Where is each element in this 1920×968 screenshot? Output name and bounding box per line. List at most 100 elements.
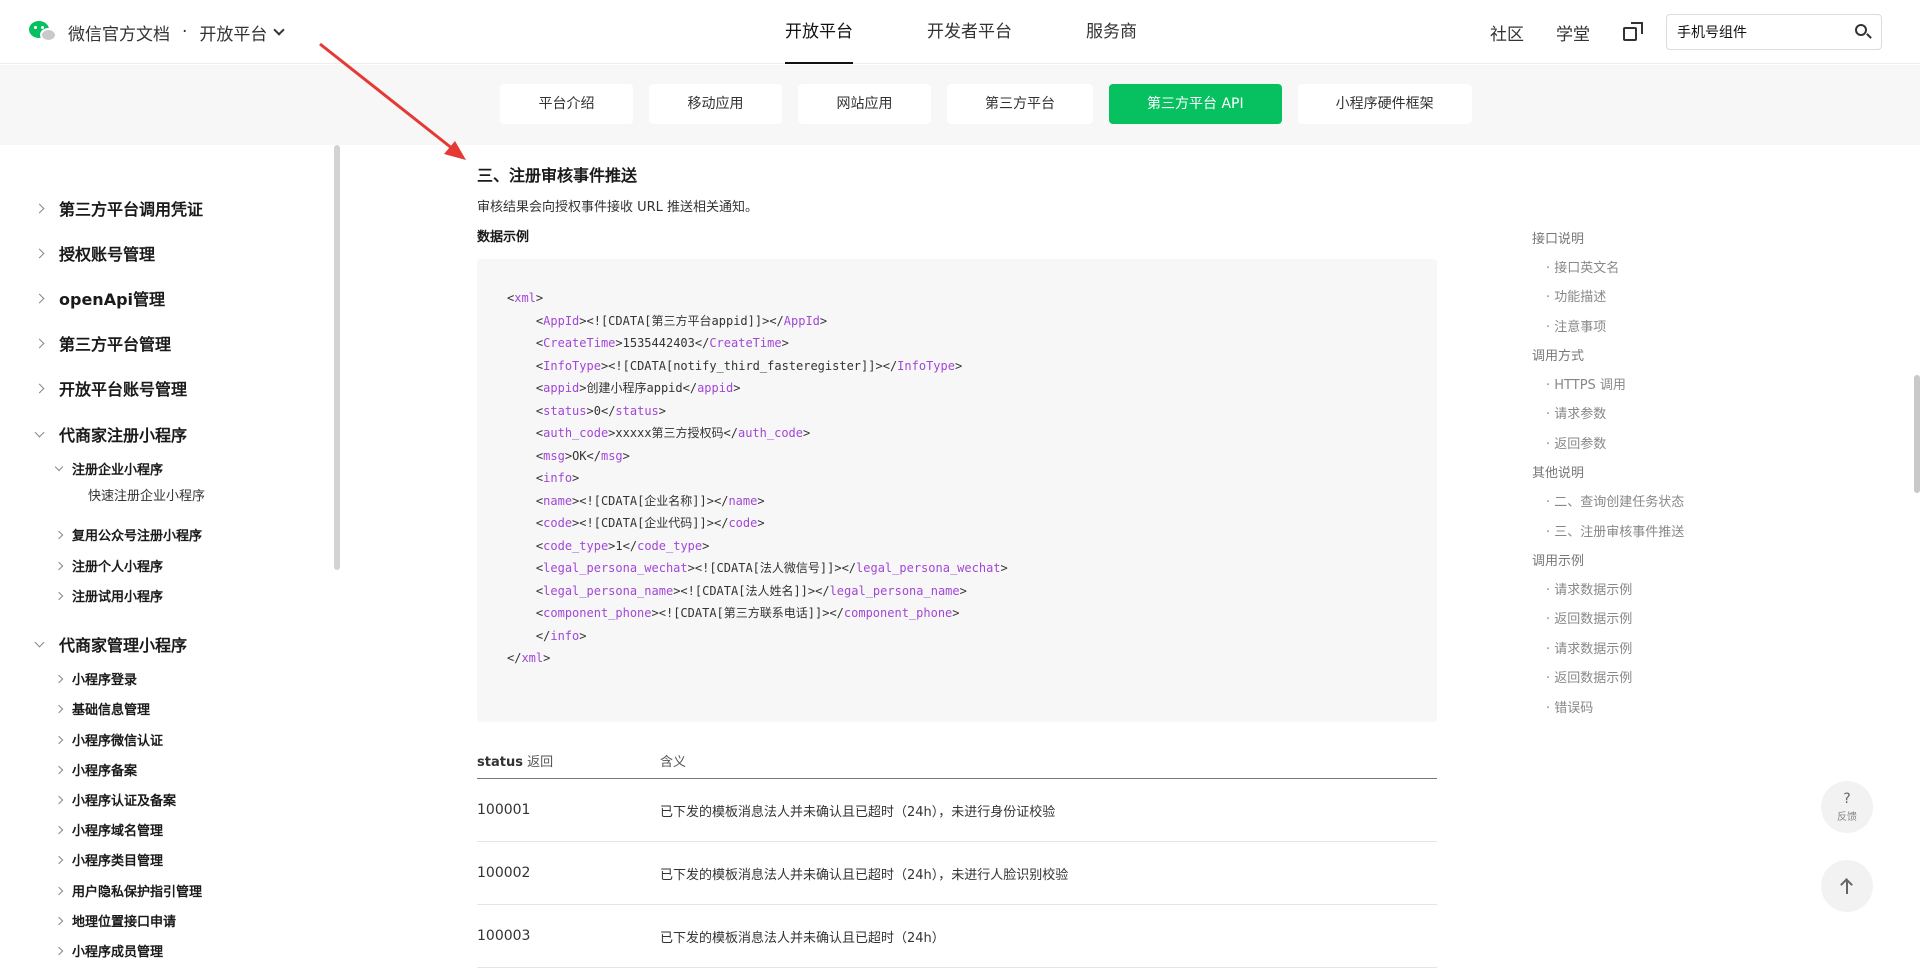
header-status: status 返回 [477, 754, 554, 770]
chevron-right-icon [34, 383, 45, 393]
toc-item[interactable]: · 请求数据示例 [1546, 579, 1632, 598]
sidebar-item-category[interactable]: 小程序类目管理 [54, 850, 163, 869]
back-to-top-button[interactable] [1821, 860, 1873, 912]
toc-item[interactable]: · 二、查询创建任务状态 [1546, 491, 1684, 510]
table-header: status 返回 含义 [477, 742, 1437, 779]
sidebar-item-members[interactable]: 小程序成员管理 [54, 941, 163, 960]
sidebar-item-wechat-verify[interactable]: 小程序微信认证 [54, 730, 163, 749]
toc-item[interactable]: · 注意事项 [1546, 316, 1606, 335]
toc-item[interactable]: 其他说明 [1532, 462, 1584, 481]
toc-item[interactable]: · 返回数据示例 [1546, 608, 1632, 627]
chevron-down-icon [34, 637, 45, 647]
sidebar-item-register-trial[interactable]: 注册试用小程序 [54, 586, 163, 605]
sidebar-item-login[interactable]: 小程序登录 [54, 669, 137, 688]
sidebar-item-account-mgmt[interactable]: 授权账号管理 [34, 241, 155, 265]
code-line: <info> [535, 471, 580, 485]
sidebar-group-register[interactable]: 代商家注册小程序 [34, 422, 187, 446]
sidebar-scrollbar[interactable] [334, 145, 340, 570]
brand-separator: · [182, 22, 188, 42]
chevron-right-icon [54, 946, 64, 955]
sidebar-item-domain[interactable]: 小程序域名管理 [54, 820, 163, 839]
sub-tabs-band: 平台介绍 移动应用 网站应用 第三方平台 第三方平台 API 小程序硬件框架 [0, 65, 1920, 145]
search-input[interactable] [1677, 24, 1837, 40]
chevron-right-icon [54, 765, 64, 774]
chevron-right-icon [34, 293, 45, 303]
toc-item[interactable]: · 错误码 [1546, 697, 1593, 716]
code-line: <InfoType><![CDATA[notify_third_fastereg… [535, 358, 963, 373]
code-line: <status>0</status> [535, 403, 667, 418]
sidebar-item-credentials[interactable]: 第三方平台调用凭证 [34, 196, 203, 220]
status-code: 100003 [477, 928, 531, 944]
toc-item[interactable]: 接口说明 [1532, 228, 1584, 247]
section-heading: 三、注册审核事件推送 [477, 166, 638, 185]
chevron-right-icon [34, 248, 45, 258]
code-line: <name><![CDATA[企业名称]]></name> [535, 493, 765, 508]
xml-code: <xml> <AppId><![CDATA[第三方平台appid]]></App… [507, 287, 1008, 670]
code-line: <appid>创建小程序appid</appid> [535, 381, 741, 395]
chevron-right-icon [54, 530, 64, 539]
sidebar-item-location[interactable]: 地理位置接口申请 [54, 911, 176, 930]
chevron-right-icon [54, 704, 64, 713]
code-line: <component_phone><![CDATA[第三方联系电话]]></co… [535, 606, 960, 620]
sidebar-item-openapi[interactable]: openApi管理 [34, 286, 165, 310]
sidebar-item-register-personal[interactable]: 注册个人小程序 [54, 556, 163, 575]
search-box[interactable] [1666, 14, 1882, 50]
sidebar-item-platform-mgmt[interactable]: 第三方平台管理 [34, 331, 171, 355]
status-meaning: 已下发的模板消息法人并未确认且已超时（24h） [660, 930, 945, 946]
toc-item[interactable]: · 返回参数 [1546, 433, 1606, 452]
chevron-down-icon [54, 462, 64, 471]
tab-platform-intro[interactable]: 平台介绍 [500, 84, 633, 124]
feedback-label: 反馈 [1837, 811, 1857, 823]
arrow-up-icon [1840, 878, 1854, 894]
sidebar-item-open-account[interactable]: 开放平台账号管理 [34, 376, 187, 400]
code-line: </info> [535, 628, 587, 643]
table-row: 100003 已下发的模板消息法人并未确认且已超时（24h） [477, 905, 1437, 968]
toc-item[interactable]: · 请求参数 [1546, 403, 1606, 422]
sub-tabs: 平台介绍 移动应用 网站应用 第三方平台 第三方平台 API 小程序硬件框架 [500, 84, 1488, 124]
chevron-right-icon [54, 735, 64, 744]
toc-item[interactable]: · 请求数据示例 [1546, 638, 1632, 657]
tab-third-party-platform[interactable]: 第三方平台 [947, 84, 1093, 124]
chevron-right-icon [54, 855, 64, 864]
toc-item[interactable]: · 三、注册审核事件推送 [1546, 521, 1684, 540]
nav-developer-platform[interactable]: 开发者平台 [927, 0, 1012, 64]
page-scrollbar[interactable] [1914, 375, 1920, 493]
toc-item[interactable]: · HTTPS 调用 [1546, 374, 1626, 393]
sidebar-item-filing[interactable]: 小程序备案 [54, 760, 137, 779]
sidebar-item-privacy[interactable]: 用户隐私保护指引管理 [54, 881, 202, 900]
toc-item[interactable]: · 功能描述 [1546, 286, 1606, 305]
sidebar-item-verify-filing[interactable]: 小程序认证及备案 [54, 790, 176, 809]
code-line: <xml> [507, 291, 544, 305]
status-meaning: 已下发的模板消息法人并未确认且已超时（24h），未进行人脸识别校验 [660, 867, 1069, 883]
nav-community[interactable]: 社区 [1490, 20, 1524, 45]
sidebar-item-register-enterprise[interactable]: 注册企业小程序 [54, 459, 163, 478]
toc-item[interactable]: · 接口英文名 [1546, 257, 1619, 276]
top-header: 微信官方文档 · 开放平台 开放平台 开发者平台 服务商 社区 学堂 [0, 0, 1920, 64]
search-icon[interactable] [1855, 24, 1872, 40]
toc-item[interactable]: · 返回数据示例 [1546, 667, 1632, 686]
brand[interactable]: 微信官方文档 · 开放平台 [28, 18, 286, 46]
tab-website-app[interactable]: 网站应用 [798, 84, 931, 124]
code-block[interactable]: <xml> <AppId><![CDATA[第三方平台appid]]></App… [477, 259, 1437, 722]
chevron-right-icon [34, 338, 45, 348]
feedback-button[interactable]: ? 反馈 [1821, 781, 1873, 833]
tab-miniprogram-hardware[interactable]: 小程序硬件框架 [1297, 84, 1472, 124]
nav-open-platform[interactable]: 开放平台 [785, 0, 853, 64]
toc-item[interactable]: 调用示例 [1532, 550, 1584, 569]
chevron-right-icon [54, 795, 64, 804]
nav-academy[interactable]: 学堂 [1556, 20, 1590, 45]
toc-item[interactable]: 调用方式 [1532, 345, 1584, 364]
sidebar-item-fast-register[interactable]: 快速注册企业小程序 [88, 485, 205, 504]
external-link-icon[interactable] [1622, 21, 1644, 43]
sidebar-item-reuse-mp[interactable]: 复用公众号注册小程序 [54, 525, 202, 544]
tab-third-party-api[interactable]: 第三方平台 API [1109, 84, 1282, 124]
sidebar-item-basic-info[interactable]: 基础信息管理 [54, 699, 150, 718]
status-code: 100002 [477, 865, 531, 881]
sidebar [0, 145, 342, 953]
sidebar-group-manage[interactable]: 代商家管理小程序 [34, 632, 187, 656]
tab-mobile-app[interactable]: 移动应用 [649, 84, 782, 124]
chevron-right-icon [54, 825, 64, 834]
code-line: <legal_persona_name><![CDATA[法人姓名]]></le… [535, 583, 967, 598]
nav-service-provider[interactable]: 服务商 [1086, 0, 1137, 64]
chevron-down-icon [273, 23, 286, 36]
